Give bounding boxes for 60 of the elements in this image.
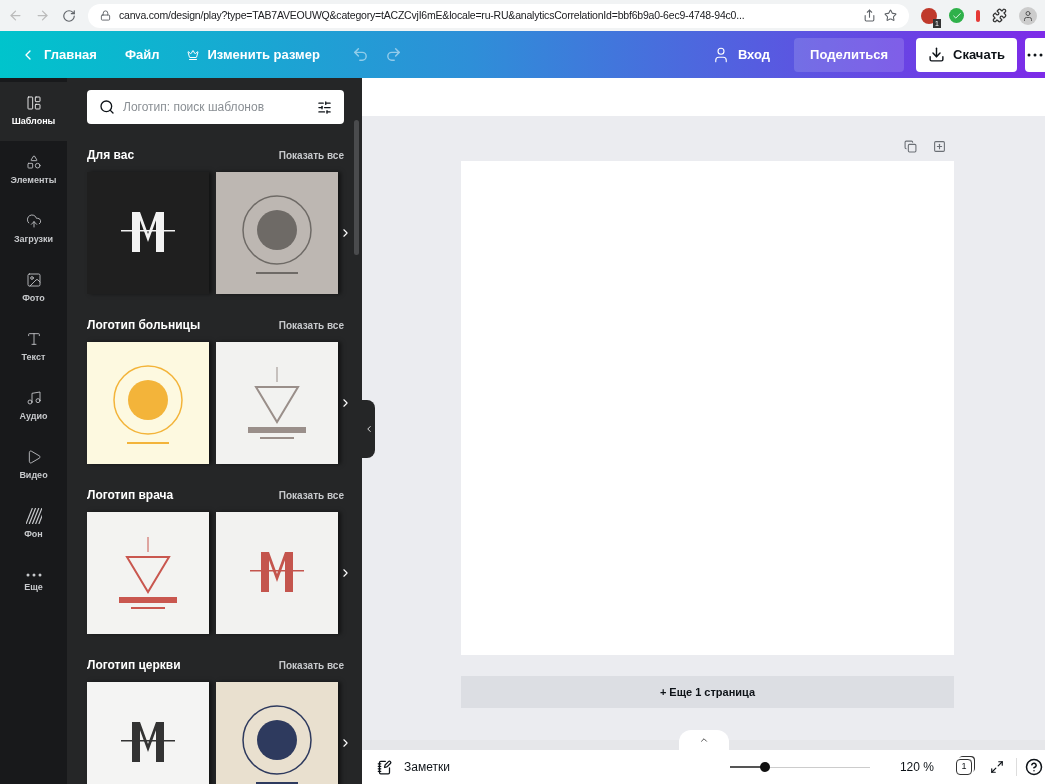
- hatch-icon: [25, 507, 42, 524]
- more-button[interactable]: [1025, 37, 1045, 72]
- bookmark-star-icon[interactable]: [884, 9, 897, 22]
- share-icon[interactable]: [863, 9, 876, 22]
- text-icon: [25, 330, 42, 347]
- section-title: Логотип церкви: [87, 657, 181, 674]
- help-icon[interactable]: [1024, 758, 1043, 776]
- download-icon: [928, 46, 946, 63]
- layout-icon: [25, 94, 42, 111]
- show-all-link[interactable]: Показать все: [278, 487, 344, 503]
- reload-icon[interactable]: [62, 8, 76, 23]
- section-title: Для вас: [87, 147, 135, 164]
- music-note-icon: [25, 389, 42, 406]
- zoom-reading: 120 %: [899, 759, 934, 776]
- search-field[interactable]: Логотип: поиск шаблонов: [123, 98, 309, 116]
- rail-item[interactable]: Элементы: [0, 141, 67, 200]
- add-page-button[interactable]: + Еще 1 страница: [461, 676, 954, 708]
- rail-item[interactable]: Фон: [0, 495, 67, 554]
- notes-icon: [377, 759, 392, 775]
- image-icon: [25, 271, 42, 288]
- rail-item[interactable]: Фото: [0, 259, 67, 318]
- more-icon: [25, 572, 42, 577]
- zoom-thumb[interactable]: [759, 762, 770, 772]
- shapes-icon: [25, 153, 42, 170]
- add-page-icon[interactable]: [933, 140, 946, 153]
- lock-icon: [100, 10, 111, 21]
- chevron-up-icon: [698, 735, 709, 745]
- rail-item[interactable]: Текст: [0, 318, 67, 377]
- collapse-panel-handle[interactable]: [362, 400, 375, 458]
- download-button[interactable]: Скачать: [916, 37, 1017, 72]
- notes-button[interactable]: Заметки: [377, 758, 450, 776]
- check-extension-icon[interactable]: [949, 8, 964, 23]
- scrollbar[interactable]: [354, 120, 359, 255]
- search-icon: [99, 99, 115, 115]
- duplicate-page-icon[interactable]: [904, 140, 917, 153]
- profile-icon[interactable]: [1019, 6, 1037, 25]
- extension-mark-icon[interactable]: [976, 9, 980, 22]
- search-bar[interactable]: Логотип: поиск шаблонов: [87, 90, 344, 124]
- rail-item[interactable]: Еще: [0, 554, 67, 613]
- show-all-link[interactable]: Показать все: [278, 657, 344, 673]
- show-all-link[interactable]: Показать все: [278, 147, 344, 163]
- address-bar[interactable]: canva.com/design/play?type=TAB7AVEOUWQ&category=tACZCvjI6mE&locale=ru-RU&analyticsCorrelationId=bbf6b9a0-6ec9-4748-94c0...: [88, 3, 909, 28]
- rail-item[interactable]: Видео: [0, 436, 67, 495]
- rail-item[interactable]: Загрузки: [0, 200, 67, 259]
- zoom-slider[interactable]: [729, 760, 870, 774]
- cloud-upload-icon: [25, 212, 42, 229]
- puzzle-icon[interactable]: [992, 8, 1007, 23]
- page-count-icon[interactable]: 1: [955, 759, 972, 775]
- login-button[interactable]: Вход: [699, 36, 783, 73]
- more-icon: [1027, 52, 1043, 57]
- filter-icon[interactable]: [317, 99, 332, 115]
- rail-item[interactable]: Аудио: [0, 377, 67, 436]
- show-all-link[interactable]: Показать все: [278, 317, 344, 333]
- section-title: Логотип врача: [87, 487, 174, 504]
- fullscreen-icon[interactable]: [989, 760, 1004, 774]
- section-title: Логотип больницы: [87, 317, 201, 334]
- rail-item[interactable]: Шаблоны: [0, 82, 67, 141]
- share-button[interactable]: Поделиться: [794, 37, 905, 72]
- crown-icon: [187, 48, 200, 61]
- url-text: canva.com/design/play?type=TAB7AVEOUWQ&category=tACZCvjI6mE&locale=ru-RU&analyticsCorrelationId=bbf6b9a0-6ec9-4748-94c0...: [119, 7, 745, 23]
